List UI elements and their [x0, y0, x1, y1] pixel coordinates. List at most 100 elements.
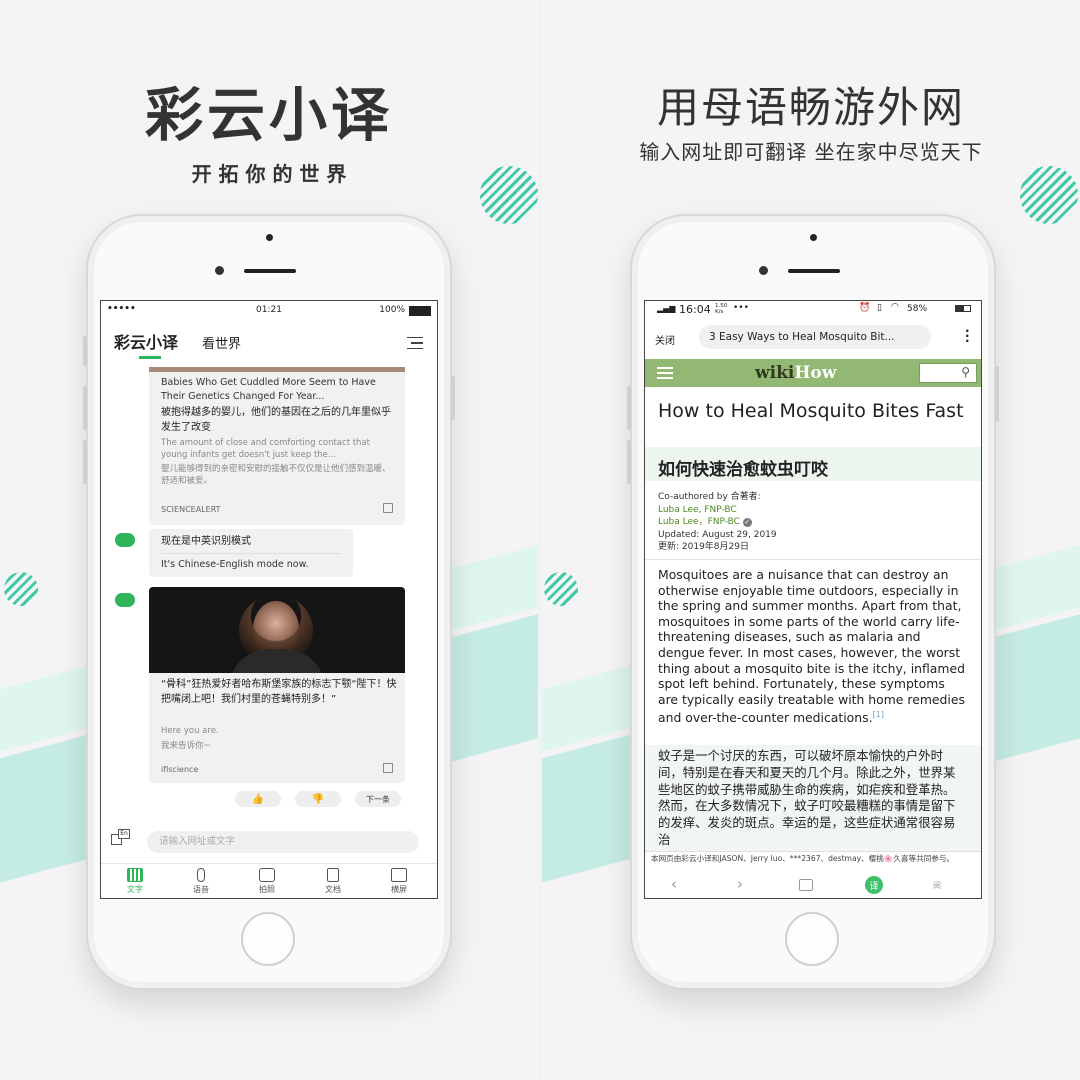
divider [645, 559, 981, 560]
back-icon[interactable]: ‹ [671, 875, 677, 893]
news-source: iflscience [161, 765, 199, 774]
landscape-icon [391, 868, 407, 882]
share-icon[interactable] [383, 503, 393, 513]
news-thumbnail [149, 367, 405, 372]
author-block: Co-authored by 合著者: Luba Lee, FNP-BC Lub… [658, 491, 777, 554]
portrait-image [149, 587, 405, 673]
search-box[interactable]: ⚲ [919, 363, 977, 383]
bot-avatar-icon [115, 533, 135, 547]
app-name: 彩云小译 [114, 333, 179, 352]
thumbs-down-icon[interactable]: 👎 [295, 791, 341, 807]
nav-item-landscape[interactable]: 横屏 [379, 868, 419, 895]
status-time: 16:04 [679, 303, 711, 316]
news-body-en: Here you are. [161, 726, 219, 736]
hatch-circle-decoration [1020, 166, 1078, 224]
app-screen: ••••• 01:21 100% 彩云小译 看世界 Babies Who Get… [100, 300, 438, 899]
menu-icon[interactable] [407, 337, 423, 350]
mode-message-zh: 现在是中英识别模式 [161, 536, 251, 547]
signal-icon: ▂▄▆ [657, 304, 676, 313]
vibrate-icon: ▯ [877, 303, 882, 313]
news-body-en: The amount of close and comforting conta… [161, 438, 370, 460]
phone-frame: ••••• 01:21 100% 彩云小译 看世界 Babies Who Get… [83, 214, 455, 990]
language-switch-icon[interactable]: En [111, 829, 130, 845]
coauthored-label: Co-authored by 合著者: [658, 492, 761, 502]
alarm-icon: ⏰ [859, 303, 871, 313]
section-title: 看世界 [202, 337, 242, 352]
battery-icon [409, 306, 431, 316]
phone-frame: ▂▄▆ 16:04 1.50 K/s ••• ⏰ ▯ ◠ 58% 关闭 3 Ea… [627, 214, 999, 990]
volume-button [627, 386, 631, 430]
nav-item-camera[interactable]: 拍照 [247, 868, 287, 895]
document-icon [327, 868, 339, 882]
translate-button[interactable]: 译 [865, 876, 883, 894]
volume-button [83, 440, 87, 484]
home-button [241, 912, 295, 966]
more-status: ••• [733, 303, 749, 313]
news-title-zh: “骨科”狂热爱好者哈布斯堡家族的标志下颚“陛下！快把嘴闭上吧！我们村里的苍蝇特别… [161, 679, 397, 705]
next-button[interactable]: 下一条 [355, 791, 401, 807]
keyboard-icon [127, 868, 143, 882]
hamburger-icon[interactable] [657, 367, 673, 379]
battery-icon [955, 305, 971, 312]
mode-message-bubble: 现在是中英识别模式 It's Chinese-English mode now. [149, 529, 353, 577]
divider [161, 553, 341, 554]
volume-button [83, 386, 87, 430]
mode-message-en: It's Chinese-English mode now. [161, 559, 309, 570]
left-promo-panel: 彩云小译 开 拓 你 的 世 界 ••••• 01:21 100% 彩云小译 看… [0, 0, 538, 1080]
section-indicator [139, 356, 161, 359]
url-bar[interactable]: 3 Easy Ways to Heal Mosquito Bit... [699, 325, 931, 349]
close-button[interactable]: 关闭 [655, 332, 675, 347]
hatch-circle-decoration [544, 572, 578, 606]
news-body-zh: 婴儿能够得到的亲密和安慰的接触不仅仅是让他们感到温暖、舒适和被爱。 [161, 464, 391, 486]
front-camera [215, 266, 224, 275]
camera-dot [266, 234, 273, 241]
news-card[interactable]: “骨科”狂热爱好者哈布斯堡家族的标志下颚“陛下！快把嘴闭上吧！我们村里的苍蝇特别… [149, 587, 405, 783]
volume-button [627, 440, 631, 484]
nav-item-text[interactable]: 文字 [115, 868, 155, 895]
nav-divider [101, 863, 437, 864]
earpiece-speaker [244, 269, 296, 273]
battery-percent: 58% [907, 304, 928, 314]
news-source: SCIENCEALERT [161, 505, 221, 514]
wikihow-logo[interactable]: wikiHow [755, 363, 836, 383]
news-title-zh: 被抱得越多的婴儿，他们的基因在之后的几年里似乎发生了改变 [161, 407, 391, 433]
power-button [995, 366, 999, 422]
search-icon[interactable]: ⚲ [961, 365, 970, 379]
microphone-icon [197, 868, 205, 882]
front-camera [759, 266, 768, 275]
news-card[interactable]: Babies Who Get Cuddled More Seem to Have… [149, 367, 405, 525]
news-title-en: Babies Who Get Cuddled More Seem to Have… [161, 377, 376, 402]
promo-subtitle: 开 拓 你 的 世 界 [191, 162, 347, 186]
reader-mode-button[interactable]: 阅 [933, 880, 941, 891]
news-body-zh: 我来告诉你~ [161, 741, 211, 751]
translation-credit: 本网页由彩云小译和JASON、Jerry luo、***2367、destmay… [651, 854, 955, 863]
text-input[interactable]: 请输入网址或文字 [147, 831, 419, 853]
nav-item-document[interactable]: 文档 [313, 868, 353, 895]
nav-item-voice[interactable]: 语音 [181, 868, 221, 895]
right-promo-panel: 用母语畅游外网 输入网址即可翻译 坐在家中尽览天下 ▂▄▆ 16:04 1.50… [542, 0, 1080, 1080]
wifi-icon: ◠ [891, 302, 899, 312]
article-paragraph-zh: 蚊子是一个讨厌的东西，可以破坏原本愉快的户外时间，特别是在春天和夏天的几个月。除… [658, 748, 956, 847]
battery-percent: 100% [379, 305, 405, 315]
author-link[interactable]: Luba Lee，FNP-BC ✓ [658, 516, 777, 529]
forward-icon[interactable]: › [737, 875, 743, 893]
promo-title: 彩云小译 [144, 81, 393, 149]
article-title-zh: 如何快速治愈蚊虫叮咬 [658, 460, 828, 480]
more-options-icon[interactable]: · · · [965, 325, 970, 347]
share-icon[interactable] [383, 763, 393, 773]
camera-icon [259, 868, 275, 882]
earpiece-speaker [788, 269, 840, 273]
hatch-circle-decoration [4, 572, 38, 606]
author-link[interactable]: Luba Lee, FNP-BC [658, 504, 777, 517]
share-icon[interactable] [799, 879, 813, 891]
article-paragraph-en: Mosquitoes are a nuisance that can destr… [658, 567, 965, 726]
volume-button [83, 336, 87, 366]
browser-screen: ▂▄▆ 16:04 1.50 K/s ••• ⏰ ▯ ◠ 58% 关闭 3 Ea… [644, 300, 982, 899]
updated-zh: 更新: 2019年8月29日 [658, 542, 749, 552]
home-button [785, 912, 839, 966]
promo-title: 用母语畅游外网 [656, 83, 965, 132]
verified-icon: ✓ [742, 518, 752, 527]
thumbs-up-icon[interactable]: 👍 [235, 791, 281, 807]
article-title-en: How to Heal Mosquito Bites Fast [658, 400, 964, 422]
network-speed: 1.50 K/s [715, 303, 728, 315]
